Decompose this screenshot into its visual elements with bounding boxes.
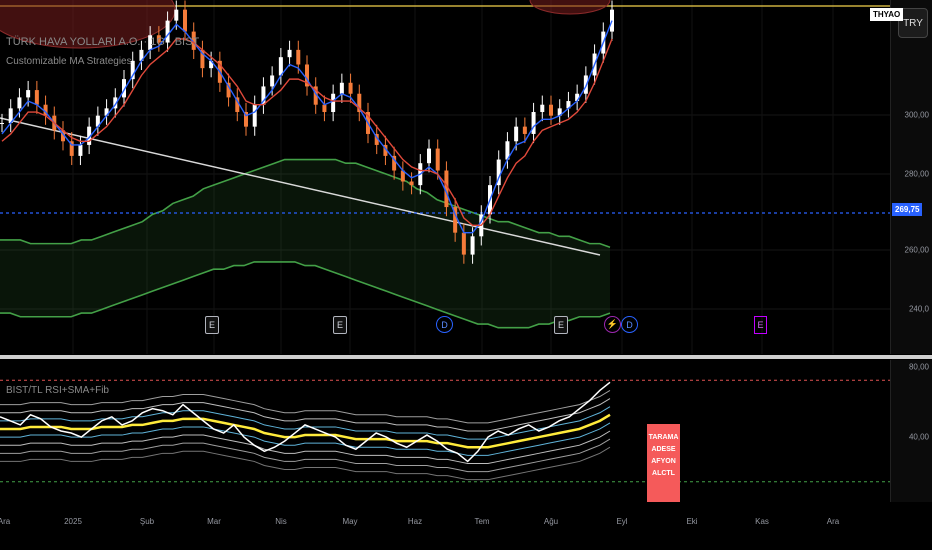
candle <box>409 181 414 186</box>
candle <box>252 104 257 127</box>
indicator-legend[interactable]: BIST/TL RSI+SMA+Fib <box>6 385 109 396</box>
candle <box>461 232 466 255</box>
candle <box>296 49 301 65</box>
time-tick: Ağu <box>543 517 559 526</box>
candle <box>522 126 527 134</box>
scan-label-line: ADESE <box>651 446 676 453</box>
candle <box>348 82 353 94</box>
candle <box>470 236 475 255</box>
candle <box>34 90 39 105</box>
time-tick: Tem <box>474 517 490 526</box>
price-tick: 260,00 <box>904 245 929 255</box>
candle <box>549 104 553 116</box>
last-price-label: 269,75 <box>892 203 923 216</box>
price-tick: 300,00 <box>904 110 929 120</box>
symbol-tag: THYAO <box>870 8 904 21</box>
fib-level-line <box>0 446 611 481</box>
time-tick: Ara <box>826 517 840 526</box>
earnings-event-marker[interactable]: E <box>205 316 219 334</box>
price-chart-pane[interactable] <box>0 0 890 354</box>
candle <box>270 75 275 87</box>
earnings-event-marker[interactable]: E <box>333 316 347 334</box>
candle <box>0 122 4 124</box>
scan-label-line: TARAMA <box>648 434 679 441</box>
dividend-event-marker[interactable]: D <box>436 316 453 333</box>
time-tick: Ara <box>0 517 11 526</box>
rsi-sma-line <box>0 413 611 449</box>
candle <box>531 112 536 134</box>
time-tick: 2025 <box>64 517 82 526</box>
time-tick: Haz <box>407 517 423 526</box>
symbol-title: TÜRK HAVA YOLLARI A.O. · 1G · BIST <box>6 36 200 48</box>
price-tick: 240,0 <box>908 304 929 314</box>
candle <box>183 9 187 32</box>
candle <box>17 97 22 109</box>
candle <box>322 104 327 113</box>
split-event-marker[interactable]: ⚡ <box>604 316 621 333</box>
candle <box>26 90 31 98</box>
candle <box>78 144 83 156</box>
fib-level-line <box>0 398 611 432</box>
time-tick: Mar <box>207 517 221 526</box>
scan-label-line: ALCTL <box>652 470 675 477</box>
time-tick: Kas <box>755 517 769 526</box>
candle <box>514 126 519 142</box>
price-chart[interactable] <box>0 0 890 354</box>
indicator-axis[interactable]: 80,00 40,00 <box>890 360 932 502</box>
candle <box>339 82 344 94</box>
candle <box>331 93 336 113</box>
time-tick: Şub <box>139 517 155 526</box>
price-axis[interactable]: 300,00 280,00 260,00 240,0 <box>890 0 932 354</box>
highlight-zone <box>529 0 611 15</box>
indicator-pane[interactable] <box>0 360 890 502</box>
scan-result-label: TARAMA ADESE AFYON ALCTL <box>647 424 680 502</box>
strategy-legend[interactable]: Customizable MA Strategies <box>6 56 132 67</box>
indicator-tick: 80,00 <box>908 362 929 372</box>
candle <box>174 9 179 21</box>
earnings-event-marker[interactable]: E <box>554 316 568 334</box>
candle <box>435 148 440 171</box>
indicator-tick: 40,00 <box>908 432 929 442</box>
band-fill <box>0 159 610 328</box>
candle <box>287 49 292 58</box>
pane-separator[interactable] <box>0 355 932 359</box>
candle <box>427 148 431 164</box>
time-axis[interactable]: Ara 2025 Şub Mar Nis May Haz Tem Ağu Eyl… <box>0 504 890 550</box>
rsi-chart[interactable] <box>0 360 890 502</box>
candle <box>540 104 545 113</box>
time-tick: May <box>342 517 358 526</box>
future-earnings-marker[interactable]: E <box>754 316 767 334</box>
fib-level-line <box>0 438 611 473</box>
price-tick: 280,00 <box>904 169 929 179</box>
scan-label-line: AFYON <box>651 458 676 465</box>
time-tick: Nis <box>275 517 287 526</box>
time-tick: Eyl <box>616 517 628 526</box>
dividend-event-marker[interactable]: D <box>621 316 638 333</box>
time-tick: Eki <box>686 517 698 526</box>
